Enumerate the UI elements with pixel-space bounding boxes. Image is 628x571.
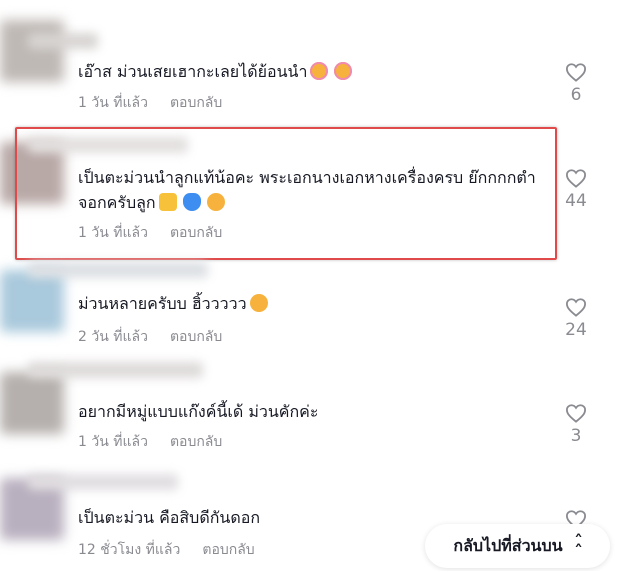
comment-meta: 1 วัน ที่แล้ว ตอบกลับ — [78, 431, 222, 453]
comment-time: 2 วัน ที่แล้ว — [78, 329, 148, 345]
like-count: 44 — [565, 191, 587, 211]
like-button[interactable]: 6 — [556, 62, 596, 105]
reply-button[interactable]: ตอบกลับ — [202, 542, 254, 558]
username-blurred[interactable] — [28, 474, 178, 490]
smiling-face-with-hearts-icon — [310, 62, 329, 80]
comment-time: 12 ชั่วโมง ที่แล้ว — [78, 542, 181, 558]
avatar[interactable] — [0, 270, 64, 332]
like-count: 3 — [570, 426, 582, 446]
heart-icon — [565, 169, 587, 188]
reply-button[interactable]: ตอบกลับ — [170, 329, 222, 345]
highlight-box — [15, 127, 557, 260]
reply-button[interactable]: ตอบกลับ — [170, 434, 222, 450]
comment-meta: 2 วัน ที่แล้ว ตอบกลับ — [78, 326, 222, 348]
comment-text: อยากมีหมู่แบบแก๊งค์นี้เด้ ม่วนคักค่ะ — [78, 402, 319, 421]
heart-icon — [565, 404, 587, 423]
comment-list: เอ๊าส ม่วนเสยเฮากะเลยได้ย้อนนำ 1 วัน ที่… — [0, 0, 628, 571]
smiling-face-with-smiling-eyes-icon — [249, 294, 268, 312]
avatar[interactable] — [0, 20, 64, 82]
username-blurred[interactable] — [28, 33, 98, 49]
double-chevron-up-icon: ˄ ˄ — [573, 533, 583, 559]
comment-time: 1 วัน ที่แล้ว — [78, 95, 148, 111]
comment-meta: 1 วัน ที่แล้ว ตอบกลับ — [78, 92, 222, 114]
username-blurred[interactable] — [28, 362, 203, 378]
back-to-top-button[interactable]: กลับไปที่ส่วนบน ˄ ˄ — [425, 524, 610, 568]
avatar[interactable] — [0, 372, 64, 434]
comment-text: ม่วนหลายครับบ ฮิ้ววววว — [78, 291, 538, 316]
smiling-face-with-hearts-icon — [334, 62, 353, 80]
username-blurred[interactable] — [28, 262, 208, 278]
heart-icon — [565, 63, 587, 82]
like-button[interactable]: 44 — [556, 168, 596, 211]
like-button[interactable]: 24 — [556, 297, 596, 340]
back-to-top-label: กลับไปที่ส่วนบน — [453, 535, 563, 555]
like-count: 24 — [565, 320, 587, 340]
comment-time: 1 วัน ที่แล้ว — [78, 434, 148, 450]
like-count: 6 — [570, 85, 582, 105]
comment-meta: 12 ชั่วโมง ที่แล้ว ตอบกลับ — [78, 539, 255, 561]
like-button[interactable]: 3 — [556, 403, 596, 446]
comment-text: เอ๊าส ม่วนเสยเฮากะเลยได้ย้อนนำ — [78, 59, 538, 84]
heart-icon — [565, 298, 587, 317]
reply-button[interactable]: ตอบกลับ — [170, 95, 222, 111]
